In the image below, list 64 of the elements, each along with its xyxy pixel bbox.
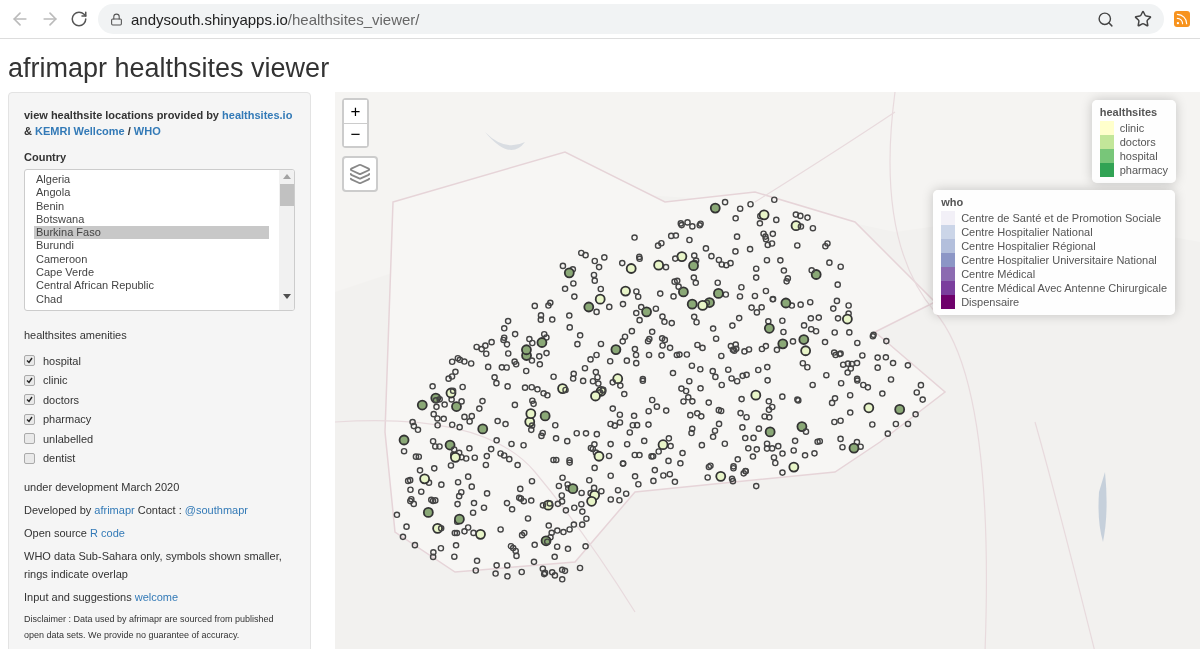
info-text: Developed by afrimapr Contact : @southmapr <box>24 503 249 518</box>
country-option[interactable]: Central African Republic <box>34 279 269 293</box>
text-link[interactable]: KEMRI Wellcome <box>35 125 125 137</box>
legend-label: pharmacy <box>1119 164 1168 176</box>
legend-title: who <box>941 196 965 208</box>
url-host: andysouth.shinyapps.io <box>131 10 288 28</box>
url-path: /healthsites_viewer/ <box>287 10 420 28</box>
address-bar[interactable]: andysouth.shinyapps.io/healthsites_viewer/ <box>98 4 1164 34</box>
group-label: healthsites amenities <box>24 329 128 341</box>
info-text: Input and suggestions welcome <box>24 590 180 605</box>
checkbox[interactable] <box>24 355 35 367</box>
page-title: afrimapr healthsites viewer <box>8 53 331 84</box>
layers-icon <box>349 163 371 185</box>
checkbox[interactable] <box>24 394 35 406</box>
legend-label: hospital <box>1119 150 1158 162</box>
legend-label: Centre Médical Avec Antenne Chirurgicale <box>961 282 1167 294</box>
search-icon[interactable] <box>1097 10 1114 28</box>
zoom-out-button[interactable]: − <box>344 123 367 146</box>
lock-icon <box>110 12 123 26</box>
text-link[interactable]: WHO <box>133 125 161 137</box>
checkbox-label[interactable]: dentist <box>43 452 76 465</box>
legend-label: Dispensaire <box>961 296 1020 308</box>
legend-label: Centre Hospitalier Régional <box>961 240 1096 252</box>
field-label: Country <box>24 151 68 163</box>
checkbox-label[interactable]: clinic <box>43 374 68 387</box>
text-link[interactable]: afrimapr <box>94 504 135 516</box>
country-list[interactable]: Algeria Angola Benin Botswana Burkina Faso Burundi Cameroon Cape Verde Central African Republic Chad <box>24 169 295 311</box>
checkbox-label[interactable]: unlabelled <box>43 432 94 445</box>
checkbox-label[interactable]: hospital <box>43 354 81 367</box>
country-option[interactable]: Chad <box>34 292 269 306</box>
legend-label: Centre Hospitalier National <box>961 226 1093 238</box>
country-option[interactable]: Cameroon <box>34 252 269 267</box>
star-icon[interactable] <box>1134 10 1152 28</box>
country-option[interactable]: Cape Verde <box>34 266 269 280</box>
checkbox[interactable] <box>24 452 35 464</box>
scrollbar[interactable] <box>279 170 294 310</box>
layers-button[interactable] <box>342 156 378 192</box>
checkbox[interactable] <box>24 433 35 445</box>
checkbox-label[interactable]: doctors <box>43 393 80 406</box>
text-link[interactable]: R code <box>90 527 125 539</box>
text-link[interactable]: @southmapr <box>184 504 248 516</box>
country-option[interactable]: Benin <box>34 199 269 213</box>
country-option[interactable]: Botswana <box>34 212 269 227</box>
legend-label: Centre Médical <box>961 268 1036 280</box>
country-option[interactable]: Algeria <box>34 173 269 187</box>
country-option[interactable]: Angola <box>34 186 269 200</box>
info-text: Open source R code <box>24 526 126 541</box>
legend-title: healthsites <box>1099 106 1159 118</box>
info-text: under development March 2020 <box>24 480 181 495</box>
text-link[interactable]: welcome <box>134 591 179 603</box>
checkbox-label[interactable]: pharmacy <box>43 413 92 426</box>
country-option[interactable]: Burkina Faso <box>34 226 269 240</box>
legend-label: doctors <box>1119 136 1156 148</box>
text-link[interactable]: healthsites.io <box>222 109 293 121</box>
checkbox[interactable] <box>24 374 35 386</box>
intro-text: view healthsite locations provided by healthsites.io & KEMRI Wellcome / WHO <box>24 108 294 139</box>
country-option[interactable]: Burundi <box>34 239 269 253</box>
legend-label: Centre de Santé et de Promotion Sociale <box>961 212 1162 224</box>
reload-icon[interactable] <box>70 10 88 28</box>
checkbox[interactable] <box>24 413 35 425</box>
legend-label: clinic <box>1119 122 1145 134</box>
disclaimer-text: Disclaimer : Data used by afrimapr are sourced from published open data sets. We provide no guarantee of accuracy. <box>24 613 275 642</box>
legend-label: Centre Hospitalier Universitaire National <box>961 254 1157 266</box>
info-text: WHO data Sub-Sahara only, symbols shown smaller, rings indicate overlap <box>24 549 283 582</box>
